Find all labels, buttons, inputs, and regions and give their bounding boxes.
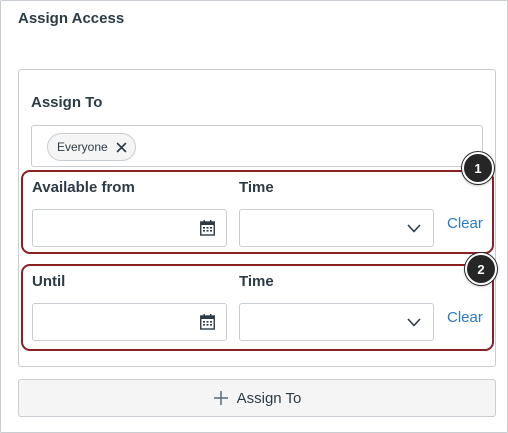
highlight-available-from <box>21 170 494 254</box>
pill-label: Everyone <box>57 140 108 154</box>
panel-title: Assign Access <box>18 10 125 27</box>
close-icon[interactable] <box>116 142 127 153</box>
everyone-pill[interactable]: Everyone <box>47 133 136 161</box>
plus-icon <box>213 391 228 405</box>
highlight-until <box>21 264 494 351</box>
assign-to-input[interactable]: Everyone <box>31 125 483 167</box>
step-badge-2: 2 <box>465 253 497 285</box>
add-assign-to-button[interactable]: Assign To <box>18 379 496 417</box>
assign-to-label: Assign To <box>31 94 103 111</box>
step-badge-1: 1 <box>462 152 494 184</box>
assign-access-panel: Assign Access Assign To Everyone Availab… <box>0 0 508 433</box>
add-assign-to-label: Assign To <box>236 389 302 407</box>
